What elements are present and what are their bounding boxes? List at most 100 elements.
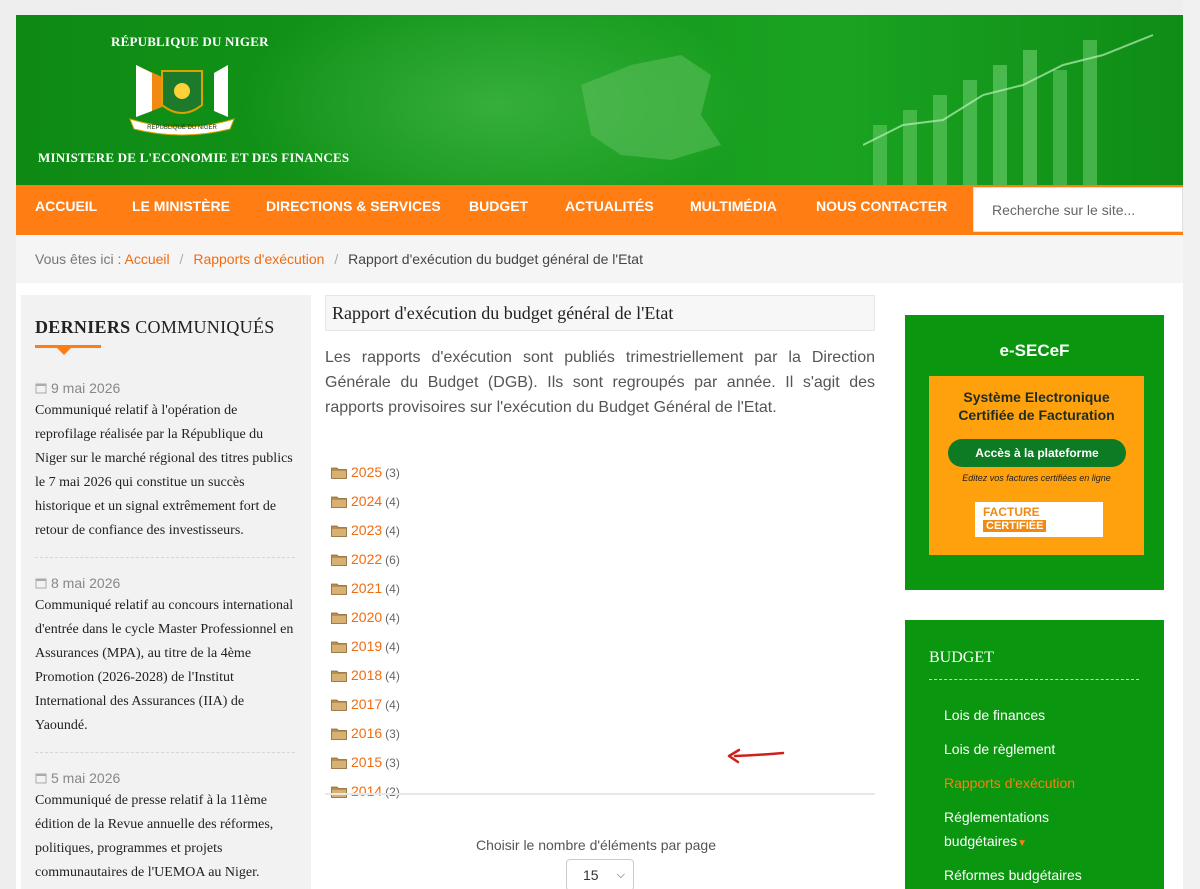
category-year[interactable]: 2021 (351, 580, 382, 596)
category-count: (6) (385, 553, 400, 567)
category-count: (3) (385, 466, 400, 480)
category-item[interactable]: 2019 (4) (331, 636, 400, 656)
category-item[interactable]: 2018 (4) (331, 665, 400, 685)
news-item[interactable]: 5 mai 2026 Communiqué de presse relatif … (35, 767, 295, 885)
category-count: (2) (385, 785, 400, 799)
esecef-panel: e-SECeF Système Electronique Certifiée de… (905, 315, 1164, 590)
menu-rapports-execution[interactable]: Rapports d'exécution (944, 771, 1075, 795)
svg-text:REPUBLIQUE DU NIGER: REPUBLIQUE DU NIGER (147, 125, 217, 131)
calendar-icon (35, 773, 47, 784)
menu-reformes-budgetaires[interactable]: Réformes budgétaires (944, 863, 1082, 887)
category-count: (3) (385, 727, 400, 741)
per-page-label: Choisir le nombre d'éléments par page (475, 837, 717, 853)
budget-menu-title: BUDGET (929, 649, 994, 666)
communiques-heading: DERNIERS COMMUNIQUÉS (35, 317, 275, 337)
category-year[interactable]: 2019 (351, 638, 382, 654)
communiques-panel: DERNIERS COMMUNIQUÉS 9 mai 2026 Communiq… (21, 295, 311, 889)
category-year[interactable]: 2025 (351, 464, 382, 480)
category-year[interactable]: 2020 (351, 609, 382, 625)
breadcrumb-current: Rapport d'exécution du budget général de… (348, 251, 643, 267)
folder-icon (331, 612, 347, 624)
annotation-arrow-icon (727, 748, 785, 764)
category-item[interactable]: 2023 (4) (331, 520, 400, 540)
menu-lois-de-finances[interactable]: Lois de finances (944, 703, 1045, 727)
category-item[interactable]: 2016 (3) (331, 723, 400, 743)
scrollbar[interactable] (1183, 0, 1200, 889)
breadcrumb-prefix: Vous êtes ici : (35, 251, 122, 267)
per-page-select[interactable]: 15 ⌵ (566, 859, 634, 889)
nav-nous-contacter[interactable]: NOUS CONTACTER (816, 185, 947, 227)
menu-lois-de-reglement[interactable]: Lois de règlement (944, 737, 1055, 761)
category-count: (3) (385, 756, 400, 770)
category-item[interactable]: 2015 (3) (331, 752, 400, 772)
folder-icon (331, 699, 347, 711)
esecef-note: Editez vos factures certifiées en ligne (962, 473, 1111, 483)
category-count: (4) (385, 669, 400, 683)
nav-actualites[interactable]: ACTUALITÉS (565, 185, 654, 227)
news-date: 9 mai 2026 (35, 377, 295, 399)
calendar-icon (35, 383, 47, 394)
niger-map-graphic (581, 55, 721, 160)
category-count: (4) (385, 640, 400, 654)
news-date: 5 mai 2026 (35, 767, 295, 789)
category-item[interactable]: 2025 (3) (331, 462, 400, 482)
folder-icon (331, 786, 347, 798)
category-count: (4) (385, 495, 400, 509)
category-item[interactable]: 2014 (2) (331, 781, 400, 801)
intro-text: Les rapports d'exécution sont publiés tr… (325, 349, 875, 416)
folder-icon (331, 554, 347, 566)
breadcrumb-section-link[interactable]: Rapports d'exécution (193, 251, 324, 267)
category-item[interactable]: 2017 (4) (331, 694, 400, 714)
news-text[interactable]: Communiqué de presse relatif à la 11ème … (35, 789, 295, 885)
news-text[interactable]: Communiqué relatif au concours internati… (35, 594, 295, 738)
nav-multimedia[interactable]: MULTIMÉDIA (690, 185, 777, 227)
folder-icon (331, 757, 347, 769)
category-year[interactable]: 2017 (351, 696, 382, 712)
category-item[interactable]: 2021 (4) (331, 578, 400, 598)
chevron-down-icon: ⌵ (616, 869, 625, 881)
esecef-heading: Système Electronique Certifiée de Factura… (958, 389, 1115, 423)
esecef-banner[interactable]: Système Electronique Certifiée de Factura… (929, 376, 1144, 555)
category-year[interactable]: 2024 (351, 493, 382, 509)
page: RÉPUBLIQUE DU NIGER REPUBLIQUE DU NIGER … (16, 15, 1183, 889)
category-year[interactable]: 2014 (351, 783, 382, 799)
folder-icon (331, 728, 347, 740)
category-count: (4) (385, 524, 400, 538)
news-item[interactable]: 9 mai 2026 Communiqué relatif à l'opérat… (35, 377, 295, 543)
news-date: 8 mai 2026 (35, 572, 295, 594)
nav-le-ministere[interactable]: LE MINISTÈRE (132, 185, 230, 227)
folder-icon (331, 496, 347, 508)
facture-certifiee-logo: FACTURE CERTIFIÉE (975, 502, 1103, 537)
site-header: RÉPUBLIQUE DU NIGER REPUBLIQUE DU NIGER … (16, 15, 1183, 185)
search-input[interactable] (973, 187, 1183, 232)
folder-icon (331, 467, 347, 479)
nav-directions-services[interactable]: DIRECTIONS & SERVICES (266, 185, 441, 227)
category-year[interactable]: 2018 (351, 667, 382, 683)
folder-icon (331, 525, 347, 537)
esecef-title: e-SECeF (999, 341, 1070, 360)
news-text[interactable]: Communiqué relatif à l'opération de repr… (35, 399, 295, 543)
category-item[interactable]: 2024 (4) (331, 491, 400, 511)
category-year[interactable]: 2015 (351, 754, 382, 770)
category-count: (4) (385, 582, 400, 596)
menu-reglementations[interactable]: Réglementations (944, 805, 1049, 829)
category-count: (4) (385, 698, 400, 712)
folder-icon (331, 670, 347, 682)
news-item[interactable]: 8 mai 2026 Communiqué relatif au concour… (35, 572, 295, 738)
category-item[interactable]: 2020 (4) (331, 607, 400, 627)
breadcrumb-home-link[interactable]: Accueil (125, 251, 170, 267)
category-year[interactable]: 2016 (351, 725, 382, 741)
category-year[interactable]: 2023 (351, 522, 382, 538)
nav-budget[interactable]: BUDGET (469, 185, 528, 227)
nav-accueil[interactable]: ACCUEIL (35, 185, 97, 227)
menu-reglementations-line2[interactable]: budgétaires▼ (944, 829, 1027, 856)
coat-of-arms-logo[interactable]: REPUBLIQUE DU NIGER (122, 55, 242, 137)
category-item[interactable]: 2022 (6) (331, 549, 400, 569)
category-year[interactable]: 2022 (351, 551, 382, 567)
caret-down-icon: ▼ (1017, 838, 1028, 849)
platform-access-button[interactable]: Accès à la plateforme (948, 439, 1126, 467)
folder-icon (331, 641, 347, 653)
folder-icon (331, 583, 347, 595)
main-nav: ACCUEIL LE MINISTÈRE DIRECTIONS & SERVIC… (16, 185, 1183, 235)
calendar-icon (35, 578, 47, 589)
